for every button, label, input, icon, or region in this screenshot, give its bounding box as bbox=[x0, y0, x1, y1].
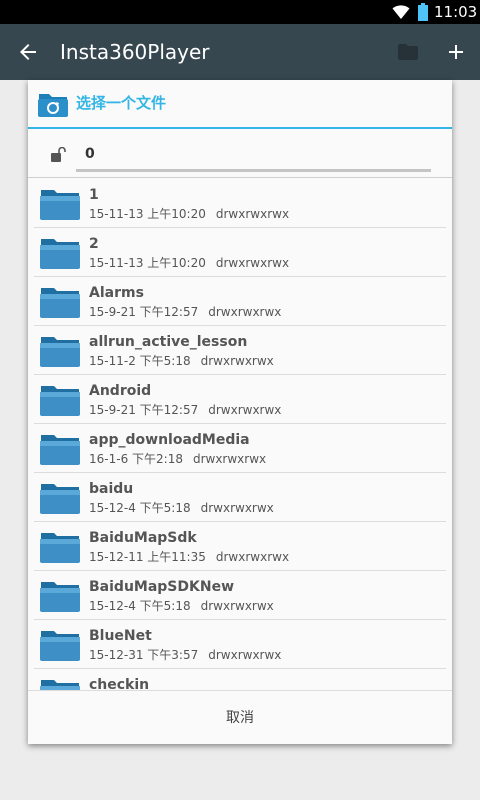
file-date: 16-1-6 下午2:18 bbox=[89, 452, 183, 466]
dialog-header: 选择一个文件 bbox=[28, 80, 452, 129]
file-row[interactable]: app_downloadMedia 16-1-6 下午2:18 drwxrwxrw… bbox=[28, 424, 452, 473]
file-date: 15-9-21 下午12:57 bbox=[89, 305, 199, 319]
file-permissions: drwxrwxrwx bbox=[200, 354, 274, 368]
file-permissions: drwxrwxrwx bbox=[208, 403, 282, 417]
file-meta: 15-11-2 下午5:18 drwxrwxrwx bbox=[89, 354, 274, 368]
file-date: 15-11-13 上午10:20 bbox=[89, 207, 206, 221]
file-permissions: drwxrwxrwx bbox=[215, 256, 290, 270]
file-meta: 15-11-13 上午10:20 drwxrwxrwx bbox=[89, 207, 289, 221]
file-meta: 15-9-21 下午12:57 drwxrwxrwx bbox=[89, 403, 281, 417]
file-name: Android bbox=[89, 383, 152, 399]
folder-icon bbox=[40, 484, 80, 514]
folder-icon bbox=[40, 337, 80, 367]
file-name: checkin bbox=[89, 677, 150, 690]
file-name: 1 bbox=[89, 187, 99, 203]
cancel-button[interactable]: 取消 bbox=[28, 691, 452, 745]
file-permissions: drwxrwxrwx bbox=[208, 305, 282, 319]
file-meta: 15-12-4 下午5:18 drwxrwxrwx bbox=[89, 599, 274, 613]
folder-icon bbox=[40, 386, 80, 416]
file-name: allrun_active_lesson bbox=[89, 334, 248, 350]
file-permissions: drwxrwxrwx bbox=[215, 550, 290, 564]
file-name: BaiduMapSdk bbox=[89, 530, 197, 546]
file-date: 15-12-4 下午5:18 bbox=[89, 599, 191, 613]
file-row[interactable]: allrun_active_lesson 15-11-2 下午5:18 drwxr… bbox=[28, 326, 452, 375]
path-input[interactable]: 0 bbox=[85, 145, 95, 163]
path-underline bbox=[76, 169, 431, 172]
back-arrow-icon[interactable] bbox=[16, 40, 40, 64]
app-bar: Insta360Player bbox=[0, 24, 480, 80]
battery-icon bbox=[418, 3, 428, 21]
file-row[interactable]: Android 15-9-21 下午12:57 drwxrwxrwx bbox=[28, 375, 452, 424]
path-bar: 0 bbox=[28, 131, 452, 178]
file-row[interactable]: BaiduMapSDKNew 15-12-4 下午5:18 drwxrwxrwx bbox=[28, 571, 452, 620]
app-title: Insta360Player bbox=[60, 40, 210, 64]
file-meta: 15-12-11 上午11:35 drwxrwxrwx bbox=[89, 550, 289, 564]
file-name: BlueNet bbox=[89, 628, 152, 644]
file-row[interactable]: baidu 15-12-4 下午5:18 drwxrwxrwx bbox=[28, 473, 452, 522]
file-meta: 15-12-4 下午5:18 drwxrwxrwx bbox=[89, 501, 274, 515]
file-row[interactable]: 1 15-11-13 上午10:20 drwxrwxrwx bbox=[28, 179, 452, 228]
file-meta: 16-1-6 下午2:18 drwxrwxrwx bbox=[89, 452, 266, 466]
file-meta: 15-11-13 上午10:20 drwxrwxrwx bbox=[89, 256, 289, 270]
file-meta: 15-12-31 下午3:57 drwxrwxrwx bbox=[89, 648, 281, 662]
file-date: 15-12-11 上午11:35 bbox=[89, 550, 206, 564]
folder-icon bbox=[40, 288, 80, 318]
folder-icon bbox=[40, 239, 80, 269]
file-date: 15-12-4 下午5:18 bbox=[89, 501, 191, 515]
file-permissions: drwxrwxrwx bbox=[208, 648, 282, 662]
file-row[interactable]: BlueNet 15-12-31 下午3:57 drwxrwxrwx bbox=[28, 620, 452, 669]
file-date: 15-12-31 下午3:57 bbox=[89, 648, 199, 662]
file-list[interactable]: 1 15-11-13 上午10:20 drwxrwxrwx 2 15-11-13 … bbox=[28, 179, 452, 690]
folder-refresh-icon bbox=[38, 94, 68, 117]
file-permissions: drwxrwxrwx bbox=[215, 207, 290, 221]
file-name: baidu bbox=[89, 481, 134, 497]
file-row[interactable]: checkin bbox=[28, 669, 452, 690]
file-permissions: drwxrwxrwx bbox=[192, 452, 267, 466]
status-bar: 11:03 bbox=[0, 0, 480, 24]
file-date: 15-11-2 下午5:18 bbox=[89, 354, 191, 368]
file-name: Alarms bbox=[89, 285, 144, 301]
folder-icon bbox=[40, 190, 80, 220]
file-date: 15-11-13 上午10:20 bbox=[89, 256, 206, 270]
folder-icon bbox=[40, 631, 80, 661]
folder-icon[interactable] bbox=[396, 40, 420, 64]
file-name: BaiduMapSDKNew bbox=[89, 579, 235, 595]
file-name: app_downloadMedia bbox=[89, 432, 250, 448]
unlock-icon[interactable] bbox=[50, 147, 68, 163]
file-name: 2 bbox=[89, 236, 99, 252]
file-row[interactable]: 2 15-11-13 上午10:20 drwxrwxrwx bbox=[28, 228, 452, 277]
folder-icon bbox=[40, 533, 80, 563]
file-meta: 15-9-21 下午12:57 drwxrwxrwx bbox=[89, 305, 281, 319]
folder-icon bbox=[40, 680, 80, 690]
folder-icon bbox=[40, 582, 80, 612]
dialog-title: 选择一个文件 bbox=[76, 94, 167, 112]
file-date: 15-9-21 下午12:57 bbox=[89, 403, 199, 417]
file-picker-dialog: 选择一个文件 0 1 15-11-13 上午10:20 drwxrwxrwx 2 … bbox=[28, 80, 452, 744]
status-time: 11:03 bbox=[434, 3, 478, 21]
dialog-footer: 取消 bbox=[28, 690, 452, 744]
wifi-icon bbox=[392, 5, 410, 19]
file-row[interactable]: Alarms 15-9-21 下午12:57 drwxrwxrwx bbox=[28, 277, 452, 326]
add-icon[interactable] bbox=[444, 40, 468, 64]
file-row[interactable]: BaiduMapSdk 15-12-11 上午11:35 drwxrwxrwx bbox=[28, 522, 452, 571]
file-permissions: drwxrwxrwx bbox=[200, 599, 274, 613]
file-permissions: drwxrwxrwx bbox=[200, 501, 274, 515]
folder-icon bbox=[40, 435, 80, 465]
